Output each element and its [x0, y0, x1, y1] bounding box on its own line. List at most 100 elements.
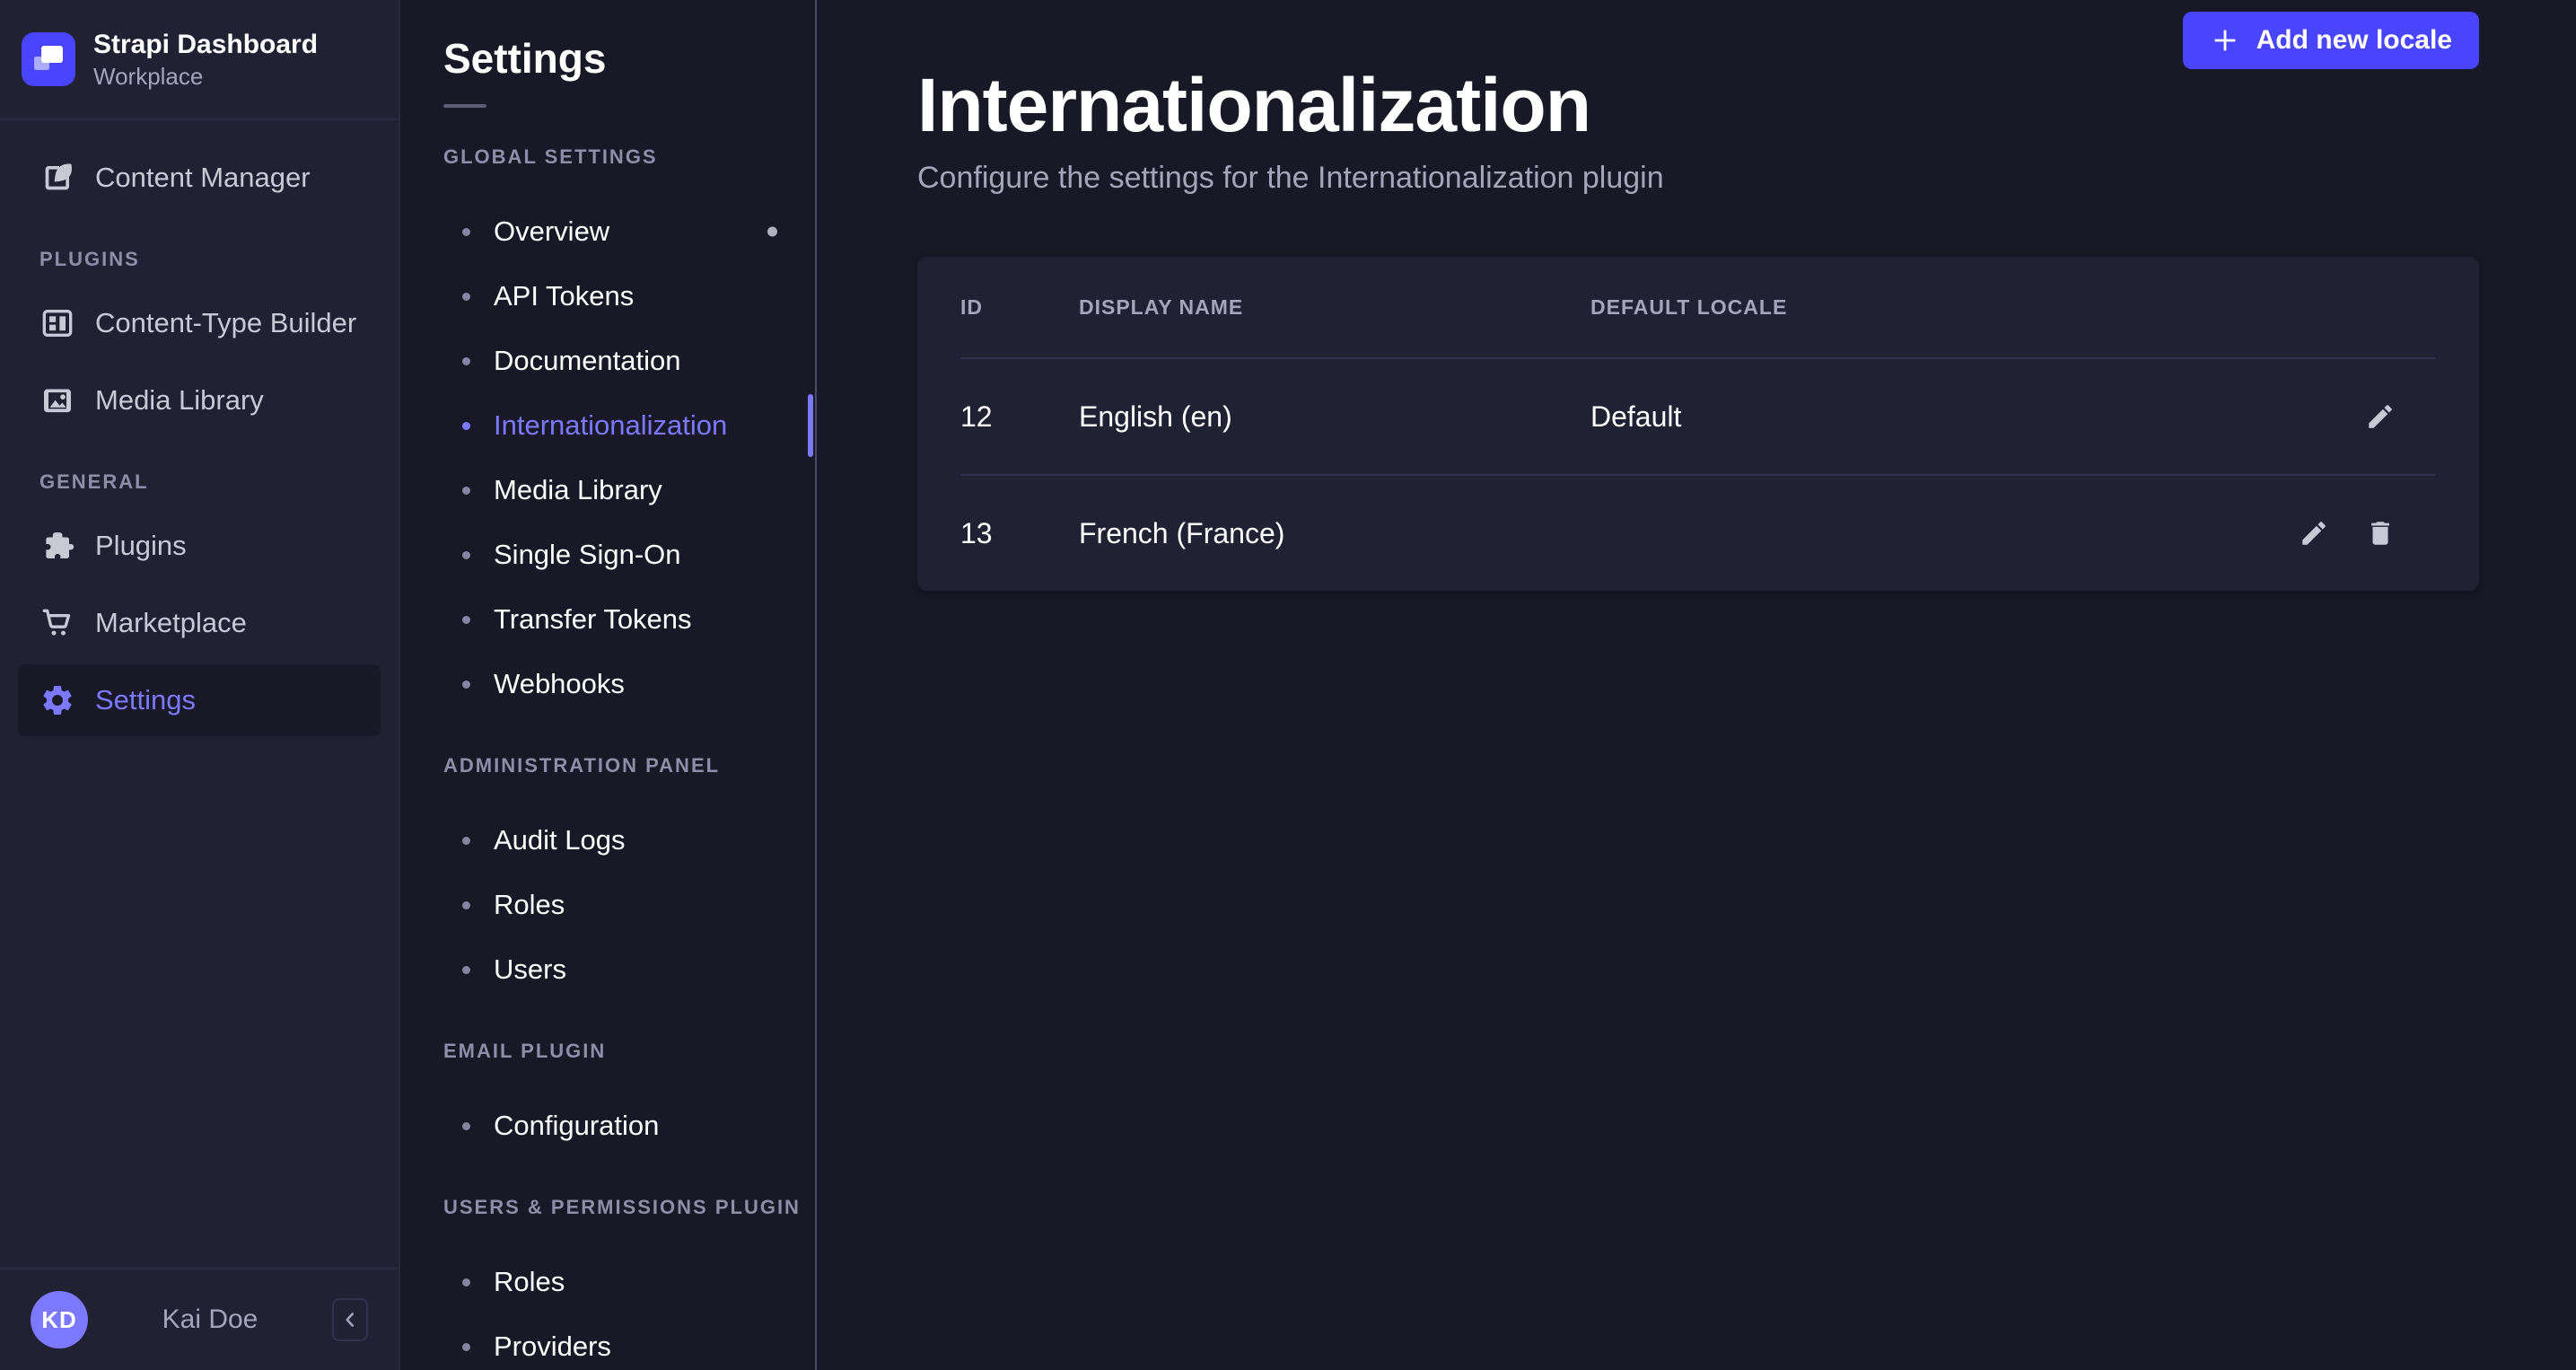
subnav-item-overview[interactable]: Overview [400, 199, 815, 264]
subnav-item-label: Internationalization [494, 409, 727, 442]
locale-row-13[interactable]: 13French (France) [917, 476, 2479, 591]
collapse-sidebar-button[interactable] [332, 1298, 368, 1341]
subnav-item-label: API Tokens [494, 280, 634, 312]
avatar[interactable]: KD [31, 1291, 88, 1348]
edit-icon [2299, 518, 2329, 549]
brand-title: Strapi Dashboard [93, 28, 318, 62]
sidebar-item-label: Content-Type Builder [95, 307, 356, 339]
row-actions [2221, 397, 2436, 436]
page-header: Internationalization Configure the setti… [917, 0, 2479, 196]
subnav-item-configuration[interactable]: Configuration [400, 1093, 815, 1158]
subnav-item-label: Roles [494, 1266, 565, 1298]
bullet-icon [462, 837, 470, 845]
cell-display-name: English (en) [1079, 400, 1590, 434]
bullet-icon [462, 901, 470, 909]
subnav-section-label-administration-panel: ADMINISTRATION PANEL [400, 752, 815, 779]
subnav-item-label: Webhooks [494, 668, 625, 700]
column-header-id: ID [960, 295, 1079, 320]
subnav-item-label: Transfer Tokens [494, 603, 692, 636]
settings-icon [39, 682, 75, 718]
sidebar-section-label-general: GENERAL [39, 469, 381, 496]
bullet-icon [462, 357, 470, 365]
delete-locale-button[interactable] [2361, 514, 2400, 553]
cell-default-locale: Default [1590, 400, 2221, 434]
subnav-item-label: Audit Logs [494, 824, 626, 856]
subnav-item-internationalization[interactable]: Internationalization [400, 393, 815, 458]
workspace-switcher[interactable]: Strapi Dashboard Workplace [0, 0, 399, 120]
sidebar-item-plugins[interactable]: Plugins [18, 510, 381, 582]
page-subtitle: Configure the settings for the Internati… [917, 160, 2479, 196]
delete-icon [2365, 518, 2396, 549]
cell-id: 12 [960, 400, 1079, 434]
subnav-item-label: Single Sign-On [494, 539, 681, 571]
bullet-icon [462, 616, 470, 624]
sidebar-item-content-manager[interactable]: Content Manager [18, 142, 381, 214]
bullet-icon [462, 1343, 470, 1351]
subnav-title: Settings [400, 34, 815, 83]
subnav-item-label: Configuration [494, 1110, 659, 1142]
media-library-icon [39, 382, 75, 418]
cell-display-name: French (France) [1079, 517, 1590, 550]
subnav-item-label: Overview [494, 215, 609, 248]
subnav-item-documentation[interactable]: Documentation [400, 329, 815, 393]
cell-id: 13 [960, 517, 1079, 550]
add-new-locale-button[interactable]: Add new locale [2183, 12, 2479, 69]
subnav-item-api-tokens[interactable]: API Tokens [400, 264, 815, 329]
locale-row-12[interactable]: 12English (en)Default [917, 359, 2479, 474]
content-type-builder-icon [39, 305, 75, 341]
sidebar-item-label: Plugins [95, 530, 187, 562]
settings-subnav: Settings GLOBAL SETTINGS Overview API Toke… [400, 0, 817, 1370]
bullet-icon [462, 487, 470, 495]
bullet-icon [462, 551, 470, 559]
subnav-item-label: Media Library [494, 474, 662, 506]
bullet-icon [462, 228, 470, 236]
subnav-item-single-sign-on[interactable]: Single Sign-On [400, 523, 815, 587]
subnav-item-roles[interactable]: Roles [400, 1250, 815, 1314]
user-name: Kai Doe [88, 1304, 332, 1335]
edit-locale-button[interactable] [2294, 514, 2334, 553]
row-actions [2221, 514, 2436, 553]
sidebar-item-label: Marketplace [95, 607, 247, 639]
subnav-item-providers[interactable]: Providers [400, 1314, 815, 1370]
sidebar-nav: Content Manager PLUGINS Content-Type Build… [0, 120, 399, 736]
subnav-item-webhooks[interactable]: Webhooks [400, 652, 815, 716]
sidebar-item-marketplace[interactable]: Marketplace [18, 587, 381, 659]
subnav-section-label-global-settings: GLOBAL SETTINGS [400, 144, 815, 171]
brand-subtitle: Workplace [93, 62, 318, 92]
active-indicator [808, 394, 813, 457]
subnav-section-label-email-plugin: EMAIL PLUGIN [400, 1038, 815, 1065]
sidebar-footer: KD Kai Doe [0, 1268, 399, 1370]
sidebar-item-media-library[interactable]: Media Library [18, 364, 381, 436]
sidebar-item-settings[interactable]: Settings [18, 664, 381, 736]
subnav-item-users[interactable]: Users [400, 937, 815, 1002]
subnav-item-roles[interactable]: Roles [400, 873, 815, 937]
main-content: Internationalization Configure the setti… [817, 0, 2576, 1370]
chevron-left-icon [338, 1308, 362, 1331]
column-header-default-locale: DEFAULT LOCALE [1590, 295, 2221, 320]
bullet-icon [462, 1278, 470, 1287]
subnav-item-label: Documentation [494, 345, 681, 377]
edit-icon [2365, 401, 2396, 432]
subnav-item-label: Roles [494, 889, 565, 921]
marketplace-icon [39, 605, 75, 641]
add-new-locale-label: Add new locale [2256, 25, 2452, 56]
sidebar-section-label-plugins: PLUGINS [39, 246, 381, 273]
bullet-icon [462, 1122, 470, 1130]
subnav-item-media-library[interactable]: Media Library [400, 458, 815, 523]
sidebar-item-label: Settings [95, 684, 196, 716]
plugins-icon [39, 528, 75, 564]
bullet-icon [462, 422, 470, 430]
subnav-item-audit-logs[interactable]: Audit Logs [400, 808, 815, 873]
subnav-section-label-users-permissions-plugin: USERS & PERMISSIONS PLUGIN [400, 1194, 815, 1221]
plus-icon [2210, 25, 2240, 56]
divider [443, 104, 486, 108]
brand-text: Strapi Dashboard Workplace [93, 28, 318, 91]
bullet-icon [462, 681, 470, 689]
bullet-icon [462, 966, 470, 974]
main-sidebar: Strapi Dashboard Workplace Content Manag… [0, 0, 400, 1370]
subnav-sections: GLOBAL SETTINGS Overview API Tokens Documen… [400, 144, 815, 1370]
sidebar-item-content-type-builder[interactable]: Content-Type Builder [18, 287, 381, 359]
edit-locale-button[interactable] [2361, 397, 2400, 436]
subnav-item-label: Providers [494, 1330, 611, 1363]
subnav-item-transfer-tokens[interactable]: Transfer Tokens [400, 587, 815, 652]
